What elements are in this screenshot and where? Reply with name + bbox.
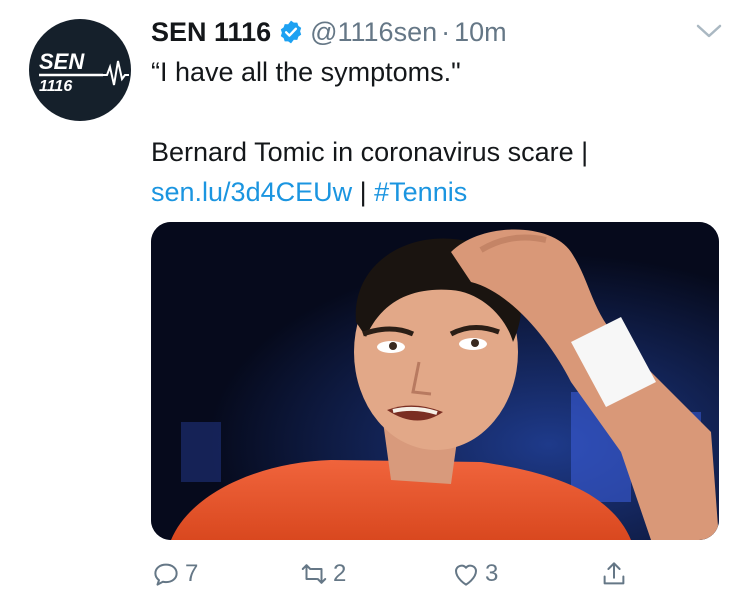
retweet-button[interactable]: 2 <box>299 556 346 592</box>
tweet-text-line-2: Bernard Tomic in coronavirus scare | <box>151 137 589 167</box>
reply-button[interactable]: 7 <box>151 556 198 592</box>
share-icon <box>603 562 625 585</box>
retweet-icon <box>301 564 327 584</box>
logo-pulse <box>101 60 129 86</box>
like-count: 3 <box>485 560 499 587</box>
reply-icon <box>154 563 178 586</box>
reply-count: 7 <box>185 560 199 587</box>
tweet-pipe: | <box>352 177 375 207</box>
sen-logo: SEN 1116 <box>39 49 129 95</box>
separator-dot: · <box>441 16 451 47</box>
media-photo <box>151 222 719 540</box>
tweet-header: SEN 1116 @1116sen · 10m <box>151 14 507 50</box>
timestamp[interactable]: 10m <box>454 17 507 48</box>
heart-icon <box>455 564 477 586</box>
handle[interactable]: @1116sen <box>310 17 437 48</box>
logo-number-text: 1116 <box>39 78 72 95</box>
chevron-down-icon[interactable] <box>695 21 723 41</box>
display-name[interactable]: SEN 1116 <box>151 17 271 48</box>
tweet-media[interactable] <box>151 222 719 540</box>
tweet-text: “I have all the symptoms." Bernard Tomic… <box>151 52 731 212</box>
tweet-link[interactable]: sen.lu/3d4CEUw <box>151 177 352 207</box>
share-button[interactable] <box>599 556 629 592</box>
logo-brand-text: SEN <box>39 49 85 74</box>
tweet-text-line-1: “I have all the symptoms." <box>151 57 461 87</box>
hashtag-link[interactable]: #Tennis <box>374 177 467 207</box>
avatar[interactable]: SEN 1116 <box>29 19 131 121</box>
action-bar: 7 2 3 <box>151 556 651 592</box>
like-button[interactable]: 3 <box>451 556 498 592</box>
verified-badge-icon <box>280 20 302 44</box>
retweet-count: 2 <box>333 560 347 587</box>
tweet-text-line-3: sen.lu/3d4CEUw | #Tennis <box>151 172 731 212</box>
